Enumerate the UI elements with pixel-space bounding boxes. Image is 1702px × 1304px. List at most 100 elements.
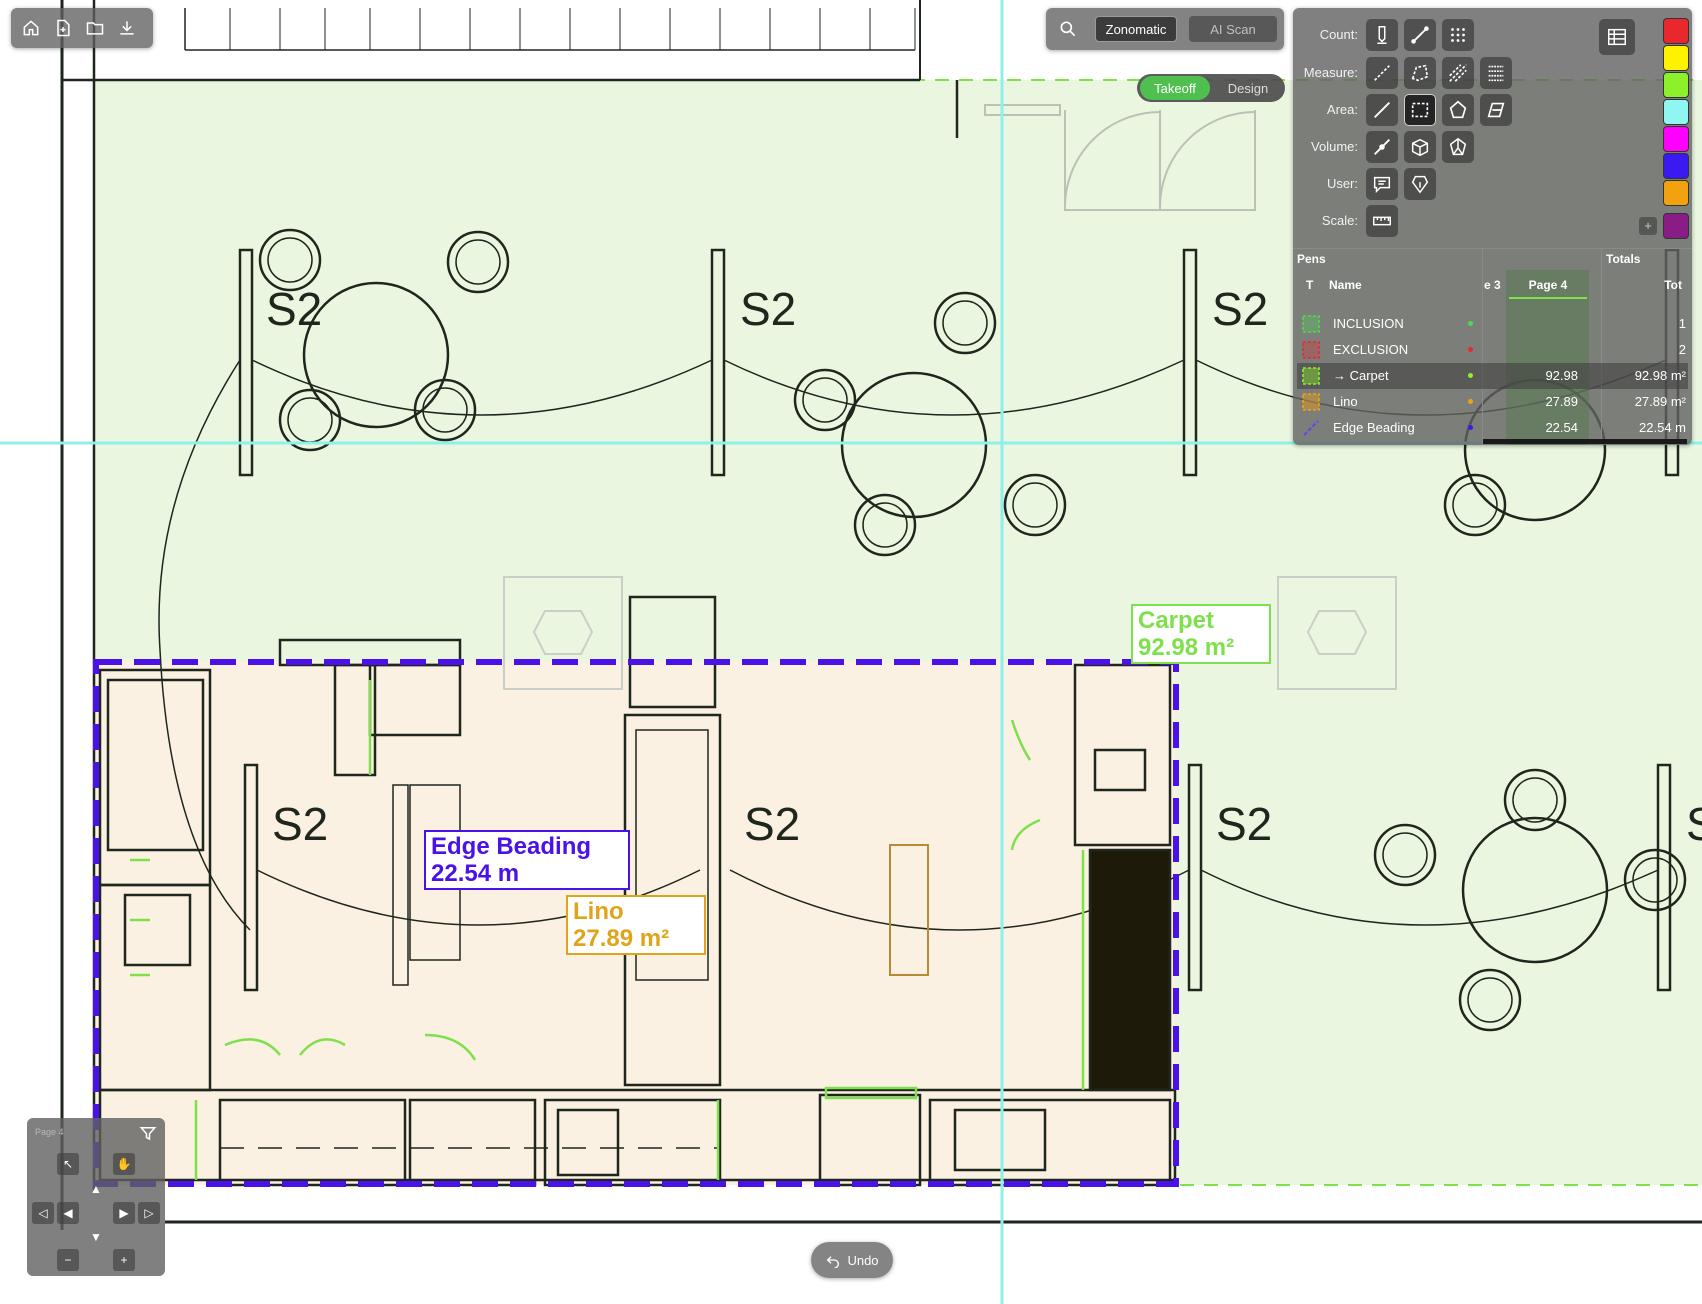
pens-title: Pens bbox=[1297, 252, 1326, 266]
col-page4-header[interactable]: Page 4 bbox=[1513, 278, 1583, 292]
page4-underline bbox=[1509, 297, 1587, 299]
add-color-button[interactable]: + bbox=[1639, 217, 1657, 235]
pen-row-edge-beading[interactable]: Edge Beading 22.54 22.54 m bbox=[1297, 415, 1688, 441]
undo-button[interactable]: Undo bbox=[811, 1242, 893, 1278]
count-line-icon[interactable] bbox=[1404, 19, 1436, 51]
takeoff-mode-button[interactable]: Takeoff bbox=[1140, 76, 1210, 100]
pen-total-value: 27.89 m² bbox=[1634, 394, 1686, 409]
volume-row-label: Volume: bbox=[1311, 139, 1358, 154]
color-swatch-yellow[interactable] bbox=[1663, 45, 1689, 71]
carpet-label-value: 92.98 m² bbox=[1138, 634, 1235, 661]
area-rectangle-icon[interactable] bbox=[1404, 94, 1436, 126]
open-folder-icon[interactable] bbox=[81, 14, 109, 42]
takeoff-tools-panel: Count: Measure: Area: Volume: User: Scal… bbox=[1293, 8, 1692, 445]
select-tool-icon[interactable]: ↖ bbox=[57, 1153, 79, 1175]
user-row-label: User: bbox=[1326, 176, 1358, 191]
home-icon[interactable] bbox=[17, 14, 45, 42]
color-swatch-magenta[interactable] bbox=[1663, 126, 1689, 152]
edge-line-icon bbox=[1303, 420, 1319, 436]
color-swatch-orange[interactable] bbox=[1663, 180, 1689, 206]
pan-down-icon[interactable]: ▼ bbox=[85, 1226, 107, 1248]
area-row-label: Area: bbox=[1326, 102, 1358, 117]
pens-scrollbar[interactable] bbox=[1483, 439, 1687, 444]
measure-line-icon[interactable] bbox=[1366, 57, 1398, 89]
color-swatch-red[interactable] bbox=[1663, 18, 1689, 44]
ai-scan-button[interactable]: AI Scan bbox=[1189, 16, 1277, 42]
pen-dot bbox=[1468, 321, 1473, 326]
mode-toggle[interactable]: Takeoff Design bbox=[1137, 74, 1285, 102]
scale-row-label: Scale: bbox=[1321, 213, 1358, 228]
pen-page4-value: 92.98 bbox=[1545, 368, 1578, 383]
measure-polyline-icon[interactable] bbox=[1404, 57, 1436, 89]
ruler-icon[interactable] bbox=[1366, 205, 1398, 237]
download-icon[interactable] bbox=[113, 14, 141, 42]
edge-beading-measure-label[interactable]: Edge Beading 22.54 m bbox=[424, 830, 630, 890]
volume-polygon-icon[interactable] bbox=[1442, 131, 1474, 163]
zoom-in-button[interactable]: + bbox=[113, 1249, 135, 1271]
pan-left-icon[interactable]: ◀ bbox=[57, 1202, 79, 1224]
color-swatch-blue[interactable] bbox=[1663, 153, 1689, 179]
room-tag-partial: S bbox=[1686, 798, 1702, 850]
pen-dot bbox=[1468, 425, 1473, 430]
area-polygon-icon[interactable] bbox=[1442, 94, 1474, 126]
totals-title: Totals bbox=[1606, 252, 1641, 266]
page-last-icon[interactable]: ▷ bbox=[138, 1202, 160, 1224]
search-icon[interactable] bbox=[1054, 15, 1082, 43]
pen-row-exclusion[interactable]: EXCLUSION 2 bbox=[1297, 337, 1688, 363]
carpet-label-name: Carpet bbox=[1138, 607, 1215, 634]
shield-pen-icon[interactable] bbox=[1404, 168, 1436, 200]
carpet-measure-label[interactable]: Carpet 92.98 m² bbox=[1131, 604, 1271, 664]
pen-name: Edge Beading bbox=[1333, 420, 1415, 435]
edge-beading-label-value: 22.54 m bbox=[431, 860, 520, 887]
navigator-panel: Page 4 ↖ ✋ ▲ ◁ ◀ ▶ ▷ ▼ − + bbox=[27, 1118, 165, 1276]
zonomatic-button[interactable]: Zonomatic bbox=[1095, 16, 1177, 42]
lino-area-icon bbox=[1302, 393, 1320, 411]
exclusion-area-icon bbox=[1302, 341, 1320, 359]
count-marker-icon[interactable] bbox=[1366, 19, 1398, 51]
nav-page-label: Page 4 bbox=[35, 1127, 64, 1137]
pen-dot bbox=[1468, 399, 1473, 404]
pan-hand-icon[interactable]: ✋ bbox=[113, 1153, 135, 1175]
measure-row-label: Measure: bbox=[1303, 65, 1358, 80]
design-mode-button[interactable]: Design bbox=[1213, 76, 1283, 100]
pen-total-value: 1 bbox=[1678, 316, 1686, 331]
file-toolbar bbox=[11, 8, 153, 48]
col-total-header: Tot bbox=[1664, 278, 1682, 292]
pen-name: EXCLUSION bbox=[1333, 342, 1409, 357]
col-name-header: Name bbox=[1329, 278, 1362, 292]
pan-right-icon[interactable]: ▶ bbox=[113, 1202, 135, 1224]
undo-label: Undo bbox=[847, 1252, 879, 1268]
new-file-icon[interactable] bbox=[49, 14, 77, 42]
comment-icon[interactable] bbox=[1366, 168, 1398, 200]
pen-name: → Carpet bbox=[1333, 368, 1389, 383]
area-slope-icon[interactable] bbox=[1480, 94, 1512, 126]
pen-page4-value: 27.89 bbox=[1545, 394, 1578, 409]
pen-dot bbox=[1468, 373, 1473, 378]
lino-label-name: Lino bbox=[573, 898, 624, 925]
pen-page4-value: 22.54 bbox=[1545, 420, 1578, 435]
page-first-icon[interactable]: ◁ bbox=[32, 1202, 54, 1224]
area-line-icon[interactable] bbox=[1366, 94, 1398, 126]
pen-row-lino[interactable]: Lino 27.89 27.89 m² bbox=[1297, 389, 1688, 415]
lino-label-value: 27.89 m² bbox=[573, 925, 670, 952]
table-view-icon[interactable] bbox=[1599, 19, 1635, 55]
color-swatch-cyan[interactable] bbox=[1663, 99, 1689, 125]
panel-divider bbox=[1293, 248, 1692, 249]
color-swatch-green[interactable] bbox=[1663, 72, 1689, 98]
color-swatch-purple[interactable] bbox=[1663, 213, 1689, 239]
pen-row-inclusion[interactable]: INCLUSION 1 bbox=[1297, 311, 1688, 337]
pen-name: Lino bbox=[1333, 394, 1358, 409]
zoom-out-button[interactable]: − bbox=[57, 1249, 79, 1271]
pan-up-icon[interactable]: ▲ bbox=[85, 1178, 107, 1200]
pen-row-carpet[interactable]: → Carpet 92.98 92.98 m² bbox=[1297, 363, 1688, 389]
measure-list-icon[interactable] bbox=[1480, 57, 1512, 89]
filter-icon[interactable] bbox=[139, 1124, 157, 1142]
measure-multi-icon[interactable] bbox=[1442, 57, 1474, 89]
lino-measure-label[interactable]: Lino 27.89 m² bbox=[566, 895, 706, 955]
count-row-label: Count: bbox=[1319, 27, 1358, 42]
count-grid-icon[interactable] bbox=[1442, 19, 1474, 51]
volume-line-icon[interactable] bbox=[1366, 131, 1398, 163]
room-tag: S2 bbox=[266, 283, 322, 335]
volume-box-icon[interactable] bbox=[1404, 131, 1436, 163]
room-tag: S2 bbox=[740, 283, 796, 335]
